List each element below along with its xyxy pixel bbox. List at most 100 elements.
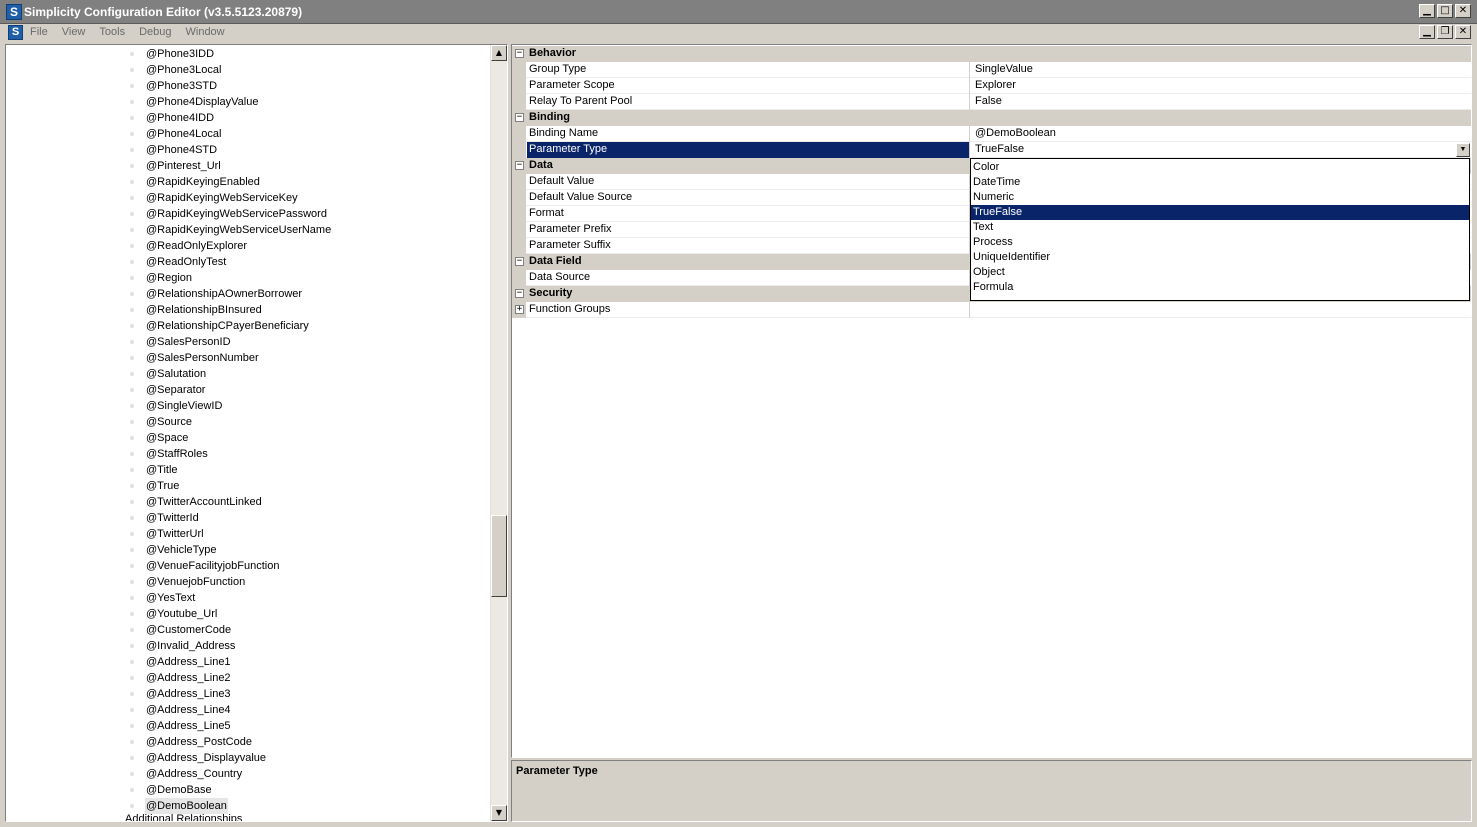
tree-item[interactable]: @Phone3STD [145,78,218,94]
collapse-icon[interactable]: − [515,289,524,298]
property-name[interactable]: Relay To Parent Pool [527,94,970,110]
dropdown-option[interactable]: Numeric [971,190,1469,205]
collapse-icon[interactable]: − [515,49,524,58]
menu-view[interactable]: View [62,26,86,38]
collapse-icon[interactable]: − [515,113,524,122]
menu-window[interactable]: Window [186,26,225,38]
tree-item[interactable]: @Phone3Local [145,62,222,78]
dropdown-option[interactable]: Object [971,265,1469,280]
property-name[interactable]: Default Value [527,174,970,190]
mdi-restore-button[interactable]: ❐ [1437,25,1453,39]
tree-item[interactable]: @Phone3IDD [145,46,215,62]
tree-item[interactable]: @RelationshipCPayerBeneficiary [145,318,310,334]
property-category[interactable]: − Behavior [512,46,1471,62]
property-value[interactable]: SingleValue [971,62,1471,78]
tree-item[interactable]: @SingleViewID [145,398,223,414]
tree-item[interactable]: @DemoBoolean [145,798,228,814]
property-value[interactable]: False [971,94,1471,110]
tree-item[interactable]: @RapidKeyingWebServicePassword [145,206,328,222]
tree-item[interactable]: @TwitterId [145,510,200,526]
tree-item[interactable]: @Address_Line2 [145,670,232,686]
property-name[interactable]: Format [527,206,970,222]
tree-item[interactable]: @True [145,478,180,494]
dropdown-option[interactable]: Text [971,220,1469,235]
close-button[interactable]: ✕ [1455,4,1471,18]
tree-item[interactable]: @RelationshipBInsured [145,302,263,318]
property-name[interactable]: Parameter Suffix [527,238,970,254]
tree-item[interactable]: @CustomerCode [145,622,232,638]
dropdown-option[interactable]: Formula [971,280,1469,295]
dropdown-arrow-icon[interactable]: ▼ [1456,143,1470,157]
property-name[interactable]: Parameter Type [527,142,970,158]
scroll-up-arrow-icon[interactable]: ▲ [491,45,507,61]
collapse-icon[interactable]: − [515,161,524,170]
tree-item[interactable]: @Address_PostCode [145,734,253,750]
category-label[interactable]: Behavior [527,46,1467,62]
tree-item[interactable]: @TwitterAccountLinked [145,494,263,510]
tree-item[interactable]: @Phone4DisplayValue [145,94,259,110]
scroll-thumb[interactable] [491,515,507,597]
tree-item[interactable]: @RapidKeyingWebServiceUserName [145,222,332,238]
property-row[interactable]: Group Type SingleValue [512,62,1471,78]
tree-item[interactable]: @Phone4STD [145,142,218,158]
property-name[interactable]: Data Source [527,270,970,286]
tree-item[interactable]: @SalesPersonID [145,334,232,350]
property-row[interactable]: + Function Groups [512,302,1471,318]
tree-item[interactable]: @Salutation [145,366,207,382]
menu-tools[interactable]: Tools [99,26,125,38]
tree-item[interactable]: @VenueFacilityjobFunction [145,558,280,574]
property-value[interactable]: TrueFalse ▼ [971,142,1471,158]
tree-item[interactable]: @VehicleType [145,542,218,558]
tree-item[interactable]: @Title [145,462,179,478]
document-menu-icon[interactable]: S [8,25,23,40]
dropdown-option[interactable]: Color [971,160,1469,175]
tree-item[interactable]: @ReadOnlyExplorer [145,238,248,254]
property-name[interactable]: Parameter Scope [527,78,970,94]
property-row[interactable]: Parameter Scope Explorer [512,78,1471,94]
dropdown-option[interactable]: Process [971,235,1469,250]
mdi-close-button[interactable]: ✕ [1455,25,1471,39]
tree-item[interactable]: @RelationshipAOwnerBorrower [145,286,303,302]
property-name[interactable]: Binding Name [527,126,970,142]
menu-debug[interactable]: Debug [139,26,171,38]
tree-item[interactable]: @Address_Line4 [145,702,232,718]
mdi-minimize-button[interactable]: ▁ [1419,25,1435,39]
tree-item[interactable]: @Region [145,270,193,286]
property-row[interactable]: Binding Name @DemoBoolean [512,126,1471,142]
tree-scrollbar[interactable]: ▲ ▼ [490,45,507,821]
tree-item[interactable]: @Youtube_Url [145,606,218,622]
property-value[interactable] [971,302,1471,318]
tree-node-next-group[interactable]: Additional Relationships [125,813,242,821]
scroll-down-arrow-icon[interactable]: ▼ [491,805,507,821]
tree-item[interactable]: @StaffRoles [145,446,209,462]
tree-item[interactable]: @Separator [145,382,206,398]
tree-item[interactable]: @Address_Country [145,766,243,782]
tree-item[interactable]: @ReadOnlyTest [145,254,227,270]
dropdown-option[interactable]: TrueFalse [971,205,1469,220]
dropdown-option[interactable]: DateTime [971,175,1469,190]
tree-item[interactable]: @YesText [145,590,196,606]
menu-file[interactable]: File [30,26,48,38]
minimize-button[interactable]: ▁ [1419,4,1435,18]
tree-item[interactable]: @DemoBase [145,782,213,798]
dropdown-option[interactable]: UniqueIdentifier [971,250,1469,265]
property-value[interactable]: Explorer [971,78,1471,94]
tree-item[interactable]: @Space [145,430,189,446]
tree-item[interactable]: @Address_Line1 [145,654,232,670]
tree-item[interactable]: @Address_Line3 [145,686,232,702]
property-name[interactable]: Parameter Prefix [527,222,970,238]
tree-item[interactable]: @RapidKeyingWebServiceKey [145,190,299,206]
property-name[interactable]: Function Groups [527,302,970,318]
property-row[interactable]: Parameter Type TrueFalse ▼ [512,142,1471,158]
tree-item[interactable]: @Pinterest_Url [145,158,222,174]
tree-item[interactable]: @TwitterUrl [145,526,205,542]
property-row[interactable]: Relay To Parent Pool False [512,94,1471,110]
tree-item[interactable]: @Invalid_Address [145,638,236,654]
tree-item[interactable]: @Source [145,414,193,430]
tree-item[interactable]: @Address_Line5 [145,718,232,734]
expand-icon[interactable]: + [515,305,524,314]
property-name[interactable]: Group Type [527,62,970,78]
tree-item[interactable]: @Phone4Local [145,126,222,142]
tree-item[interactable]: @Address_Displayvalue [145,750,267,766]
collapse-icon[interactable]: − [515,257,524,266]
